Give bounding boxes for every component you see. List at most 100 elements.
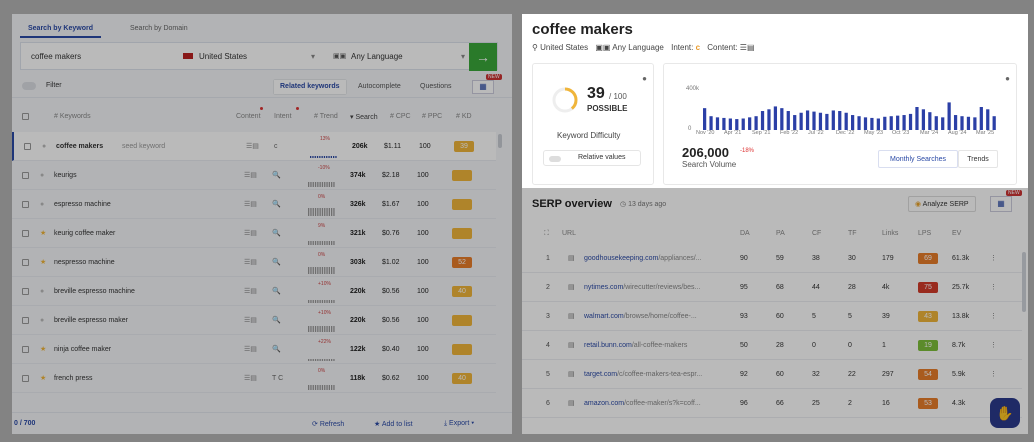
keyword-input[interactable]: coffee makers — [31, 52, 81, 61]
serp-url[interactable]: target.com/c/coffee-makers-tea-espr... — [584, 360, 702, 389]
kd-badge[interactable] — [452, 170, 472, 181]
keyword-text[interactable]: keurig coffee maker — [54, 219, 115, 248]
serp-domain[interactable]: goodhousekeeping.com — [584, 255, 658, 262]
keyword-row[interactable]: ★ keurig coffee maker ☰▤ 🔍 9% 321k $0.76… — [12, 219, 496, 248]
serp-row[interactable]: 4 ▤ retail.bunn.com/all-coffee-makers 50… — [522, 331, 1022, 360]
col-trend[interactable]: # Trend — [314, 113, 338, 120]
serp-domain[interactable]: nytimes.com — [584, 284, 623, 291]
star-icon[interactable]: ★ — [40, 248, 46, 277]
keyword-text[interactable]: ninja coffee maker — [54, 335, 111, 364]
keyword-row[interactable]: ● coffee makers seed keyword ☰▤ c 13% 20… — [12, 132, 496, 161]
row-menu-icon[interactable]: ⋮ — [990, 331, 997, 360]
filter-toggle[interactable] — [22, 82, 36, 90]
col-intent[interactable]: Intent — [274, 113, 292, 120]
row-menu-icon[interactable]: ⋮ — [990, 302, 997, 331]
col-lps[interactable]: LPS — [918, 230, 931, 237]
keyword-row[interactable]: ● espresso machine ☰▤ 🔍 0% 326k $1.67 10… — [12, 190, 496, 219]
row-menu-icon[interactable]: ⋮ — [990, 273, 997, 302]
tab-related-keywords[interactable]: Related keywords — [274, 80, 346, 94]
chevron-down-icon[interactable]: ▾ — [311, 52, 315, 61]
serp-path[interactable]: /browse/home/coffee-... — [624, 313, 697, 320]
country-select[interactable]: United States — [199, 52, 247, 61]
kd-badge[interactable]: 39 — [454, 141, 474, 152]
serp-url[interactable]: amazon.com/coffee-maker/s?k=coff... — [584, 389, 701, 418]
serp-row[interactable]: 2 ▤ nytimes.com/wirecutter/reviews/bes..… — [522, 273, 1022, 302]
serp-path[interactable]: /wirecutter/reviews/bes... — [623, 284, 700, 291]
col-da[interactable]: DA — [740, 230, 750, 237]
kd-badge[interactable] — [452, 199, 472, 210]
row-checkbox[interactable] — [22, 317, 29, 324]
col-cpc[interactable]: # CPC — [390, 113, 411, 120]
analyze-serp-button[interactable]: ◉ Analyze SERP — [908, 196, 976, 212]
serp-row[interactable]: 5 ▤ target.com/c/coffee-makers-tea-espr.… — [522, 360, 1022, 389]
kd-badge[interactable]: 40 — [452, 373, 472, 384]
keyword-text[interactable]: nespresso machine — [54, 248, 115, 277]
keyword-text[interactable]: keurigs — [54, 161, 77, 190]
expand-icon[interactable]: ⛶ — [544, 230, 549, 238]
serp-domain[interactable]: target.com — [584, 371, 617, 378]
serp-path[interactable]: /all-coffee-makers — [632, 342, 688, 349]
serp-url[interactable]: goodhousekeeping.com/appliances/... — [584, 244, 702, 273]
col-search[interactable]: ▾ Search — [350, 113, 378, 121]
row-checkbox[interactable] — [22, 346, 29, 353]
row-checkbox[interactable] — [24, 143, 31, 150]
select-all-checkbox[interactable] — [22, 113, 29, 120]
keyword-row[interactable]: ★ french press ☰▤ T C 0% 118k $0.62 100 … — [12, 364, 496, 393]
keyword-text[interactable]: french press — [54, 364, 93, 393]
row-checkbox[interactable] — [22, 172, 29, 179]
tab-questions[interactable]: Questions — [414, 80, 458, 94]
star-icon[interactable]: ● — [42, 132, 46, 161]
row-menu-icon[interactable]: ⋮ — [990, 360, 997, 389]
keyword-text[interactable]: coffee makers — [56, 132, 103, 161]
relative-values-toggle[interactable]: Relative values — [543, 150, 641, 166]
serp-row[interactable]: 6 ▤ amazon.com/coffee-maker/s?k=coff... … — [522, 389, 1022, 418]
serp-url[interactable]: nytimes.com/wirecutter/reviews/bes... — [584, 273, 700, 302]
serp-scrollbar[interactable] — [1022, 252, 1026, 312]
trends-toggle[interactable]: Trends — [958, 150, 998, 168]
language-select[interactable]: Any Language — [351, 52, 403, 61]
row-checkbox[interactable] — [22, 288, 29, 295]
add-to-list-button[interactable]: ★ Add to list — [374, 420, 413, 428]
star-icon[interactable]: ● — [40, 161, 44, 190]
keyword-row[interactable]: ★ ninja coffee maker ☰▤ 🔍 +22% 122k $0.4… — [12, 335, 496, 364]
keyword-text[interactable]: breville espresso maker — [54, 306, 128, 335]
star-icon[interactable]: ● — [40, 190, 44, 219]
star-icon[interactable]: ● — [40, 306, 44, 335]
kd-badge[interactable] — [452, 228, 472, 239]
serp-path[interactable]: /coffee-maker/s?k=coff... — [624, 400, 701, 407]
row-checkbox[interactable] — [22, 375, 29, 382]
row-checkbox[interactable] — [22, 259, 29, 266]
tab-search-by-domain[interactable]: Search by Domain — [122, 20, 196, 38]
chevron-down-icon[interactable]: ▾ — [461, 52, 465, 61]
kd-badge[interactable] — [452, 315, 472, 326]
serp-domain[interactable]: amazon.com — [584, 400, 624, 407]
col-ev[interactable]: EV — [952, 230, 961, 237]
col-tf[interactable]: TF — [848, 230, 857, 237]
serp-path[interactable]: /appliances/... — [658, 255, 701, 262]
keyword-row[interactable]: ● breville espresso maker ☰▤ 🔍 +10% 220k… — [12, 306, 496, 335]
search-button[interactable]: → — [469, 43, 497, 71]
col-keywords[interactable]: # Keywords — [54, 113, 91, 120]
tab-autocomplete[interactable]: Autocomplete — [352, 80, 407, 94]
kd-badge[interactable] — [452, 344, 472, 355]
row-checkbox[interactable] — [22, 201, 29, 208]
kd-badge[interactable]: 40 — [452, 286, 472, 297]
scrollbar-thumb[interactable] — [498, 134, 502, 148]
export-button[interactable]: ⤓ Export ▾ — [444, 420, 474, 428]
keyword-text[interactable]: breville espresso machine — [54, 277, 135, 306]
star-icon[interactable]: ★ — [40, 219, 46, 248]
info-icon[interactable]: ● — [642, 74, 647, 83]
col-cf[interactable]: CF — [812, 230, 821, 237]
col-content[interactable]: Content — [236, 113, 261, 120]
keyword-row[interactable]: ★ nespresso machine ☰▤ 🔍 0% 303k $1.02 1… — [12, 248, 496, 277]
serp-domain[interactable]: walmart.com — [584, 313, 624, 320]
col-url[interactable]: URL — [562, 230, 576, 237]
col-ppc[interactable]: # PPC — [422, 113, 442, 120]
toggle-switch[interactable] — [549, 156, 561, 162]
monthly-searches-toggle[interactable]: Monthly Searches — [878, 150, 958, 168]
star-icon[interactable]: ★ — [40, 364, 46, 393]
col-pa[interactable]: PA — [776, 230, 785, 237]
row-checkbox[interactable] — [22, 230, 29, 237]
keyword-text[interactable]: espresso machine — [54, 190, 111, 219]
row-menu-icon[interactable]: ⋮ — [990, 244, 997, 273]
